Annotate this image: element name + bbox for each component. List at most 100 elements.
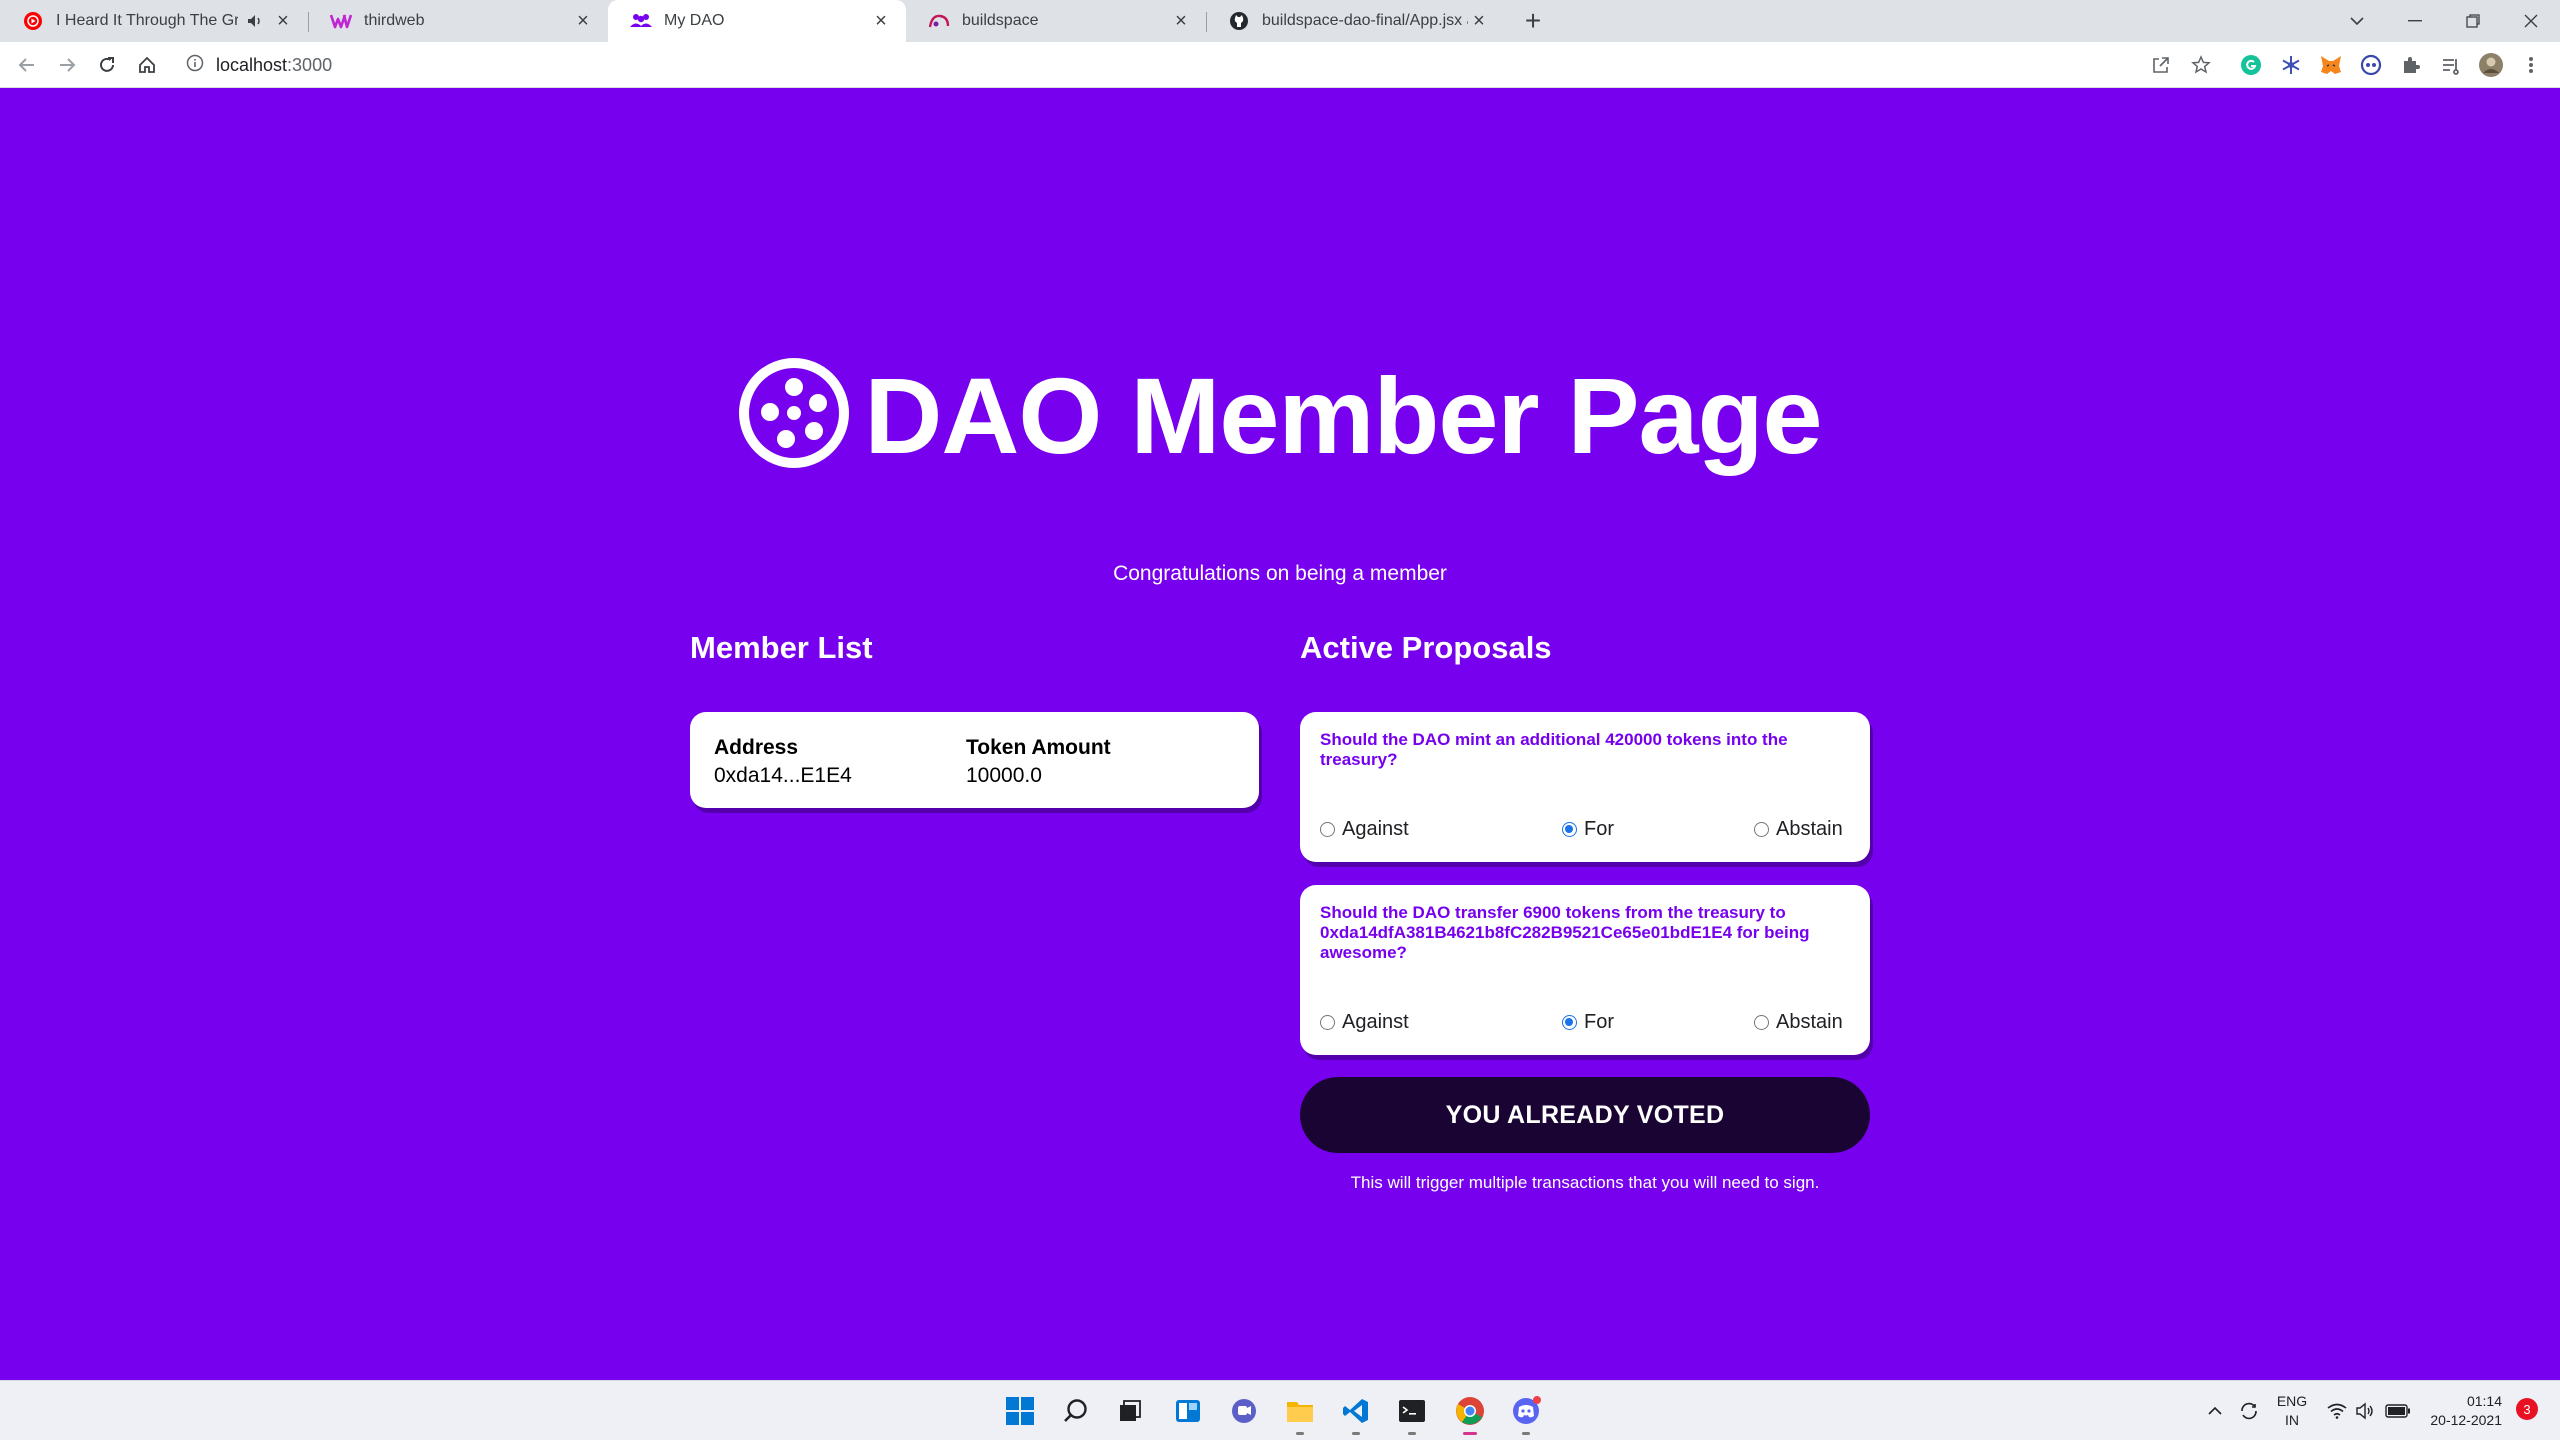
vscode-icon[interactable] xyxy=(1336,1391,1376,1435)
vote-option-abstain[interactable]: Abstain xyxy=(1754,818,1843,841)
option-label: Against xyxy=(1342,1011,1409,1033)
url-port: :3000 xyxy=(287,54,333,75)
radio-for-selected[interactable] xyxy=(1562,1015,1577,1030)
browser-toolbar: localhost:3000 xyxy=(0,42,2560,88)
radio-abstain[interactable] xyxy=(1754,1015,1769,1030)
option-label: Abstain xyxy=(1776,818,1843,840)
minimize-button[interactable] xyxy=(2386,0,2444,42)
task-view-icon[interactable] xyxy=(1110,1391,1150,1431)
radio-abstain[interactable] xyxy=(1754,822,1769,837)
volume-icon[interactable] xyxy=(2350,1381,2380,1440)
tab-my-dao[interactable]: My DAO × xyxy=(608,0,906,42)
show-hidden-icons-chevron-icon[interactable] xyxy=(2200,1381,2230,1440)
tab-label: I Heard It Through The Grape xyxy=(56,12,238,29)
radio-against[interactable] xyxy=(1320,822,1335,837)
speaker-icon[interactable] xyxy=(244,10,266,32)
close-tab-icon[interactable]: × xyxy=(870,10,892,32)
tab-github[interactable]: buildspace-dao-final/App.jsx at d × xyxy=(1206,0,1504,42)
back-arrow-icon[interactable] xyxy=(10,48,44,82)
reload-icon[interactable] xyxy=(90,48,124,82)
forward-arrow-icon[interactable] xyxy=(50,48,84,82)
member-table-card: Address Token Amount 0xda14...E1E4 10000… xyxy=(690,712,1259,808)
chrome-icon[interactable] xyxy=(1450,1391,1490,1435)
member-congrats-text: Congratulations on being a member xyxy=(1113,562,1447,585)
dao-logo-icon xyxy=(738,357,850,474)
vote-option-against[interactable]: Against xyxy=(1320,1011,1409,1034)
people-icon xyxy=(630,10,652,32)
buildspace-icon xyxy=(928,10,950,32)
proposal-question: Should the DAO transfer 6900 tokens from… xyxy=(1320,903,1810,962)
thirdweb-icon xyxy=(330,10,352,32)
tab-search-icon[interactable] xyxy=(2328,0,2386,42)
running-indicator xyxy=(1296,1432,1304,1435)
active-indicator xyxy=(1463,1432,1477,1435)
battery-icon[interactable] xyxy=(2380,1381,2416,1440)
url-text: localhost:3000 xyxy=(216,55,332,76)
running-indicator xyxy=(1522,1432,1530,1435)
tab-youtube-music[interactable]: I Heard It Through The Grape × xyxy=(0,0,308,42)
site-info-icon[interactable] xyxy=(186,54,204,77)
tab-thirdweb[interactable]: thirdweb × xyxy=(308,0,608,42)
language-indicator[interactable]: ENG IN xyxy=(2272,1381,2312,1440)
language-code: ENG xyxy=(2276,1393,2308,1409)
browser-tab-strip: I Heard It Through The Grape × thirdweb … xyxy=(0,0,2560,42)
close-tab-icon[interactable]: × xyxy=(1170,10,1192,32)
profile-avatar-icon[interactable] xyxy=(2476,50,2506,80)
proposal-question: Should the DAO mint an additional 420000… xyxy=(1320,730,1788,769)
radio-for-selected[interactable] xyxy=(1562,822,1577,837)
vote-option-abstain[interactable]: Abstain xyxy=(1754,1011,1843,1034)
youtube-music-icon xyxy=(22,10,44,32)
running-indicator xyxy=(1408,1432,1416,1435)
clock[interactable]: 01:14 20-12-2021 xyxy=(2420,1381,2502,1440)
start-windows-icon[interactable] xyxy=(1000,1391,1040,1431)
grammarly-icon[interactable] xyxy=(2236,50,2266,80)
extensions-puzzle-icon[interactable] xyxy=(2396,50,2426,80)
tab-label: My DAO xyxy=(664,12,725,29)
sync-icon[interactable] xyxy=(2234,1381,2264,1440)
vote-option-against[interactable]: Against xyxy=(1320,818,1409,841)
notification-count-badge[interactable]: 3 xyxy=(2516,1398,2538,1420)
close-tab-icon[interactable]: × xyxy=(272,10,294,32)
terminal-icon[interactable] xyxy=(1392,1391,1432,1435)
teams-chat-icon[interactable] xyxy=(1224,1391,1264,1431)
tab-buildspace[interactable]: buildspace × xyxy=(906,0,1206,42)
wifi-icon[interactable] xyxy=(2322,1381,2352,1440)
proposal-card: Should the DAO mint an additional 420000… xyxy=(1300,712,1870,862)
transaction-note: This will trigger multiple transactions … xyxy=(1350,1173,1820,1192)
vote-option-for[interactable]: For xyxy=(1562,1011,1614,1034)
tab-label: thirdweb xyxy=(364,12,425,29)
clock-time: 01:14 xyxy=(2466,1393,2502,1409)
widgets-icon[interactable] xyxy=(1168,1391,1208,1431)
already-voted-button[interactable]: YOU ALREADY VOTED xyxy=(1300,1077,1870,1153)
option-label: Against xyxy=(1342,818,1409,840)
discord-icon[interactable] xyxy=(1506,1391,1546,1435)
active-proposals-heading: Active Proposals xyxy=(1300,630,1552,665)
radio-against[interactable] xyxy=(1320,1015,1335,1030)
address-bar[interactable]: localhost:3000 xyxy=(170,47,2160,83)
option-label: For xyxy=(1584,818,1614,840)
close-window-button[interactable] xyxy=(2502,0,2560,42)
url-host: localhost xyxy=(216,54,288,75)
windows-taskbar: ENG IN 01:14 20-12-2021 xyxy=(0,1380,2560,1440)
tab-label: buildspace-dao-final/App.jsx at d xyxy=(1262,12,1468,29)
new-tab-button[interactable]: + xyxy=(1518,5,1548,36)
close-tab-icon[interactable]: × xyxy=(572,10,594,32)
snowflake-extension-icon[interactable] xyxy=(2276,50,2306,80)
restore-button[interactable] xyxy=(2444,0,2502,42)
browser-menu-icon[interactable] xyxy=(2516,50,2546,80)
option-label: Abstain xyxy=(1776,1011,1843,1033)
page-header: DAO Member Page xyxy=(0,355,2560,476)
tab-label: buildspace xyxy=(962,12,1039,29)
member-amount-cell: 10000.0 xyxy=(966,764,1042,787)
table-header-token-amount: Token Amount xyxy=(966,736,1111,759)
bookmark-star-icon[interactable] xyxy=(2186,50,2216,80)
home-icon[interactable] xyxy=(130,48,164,82)
reading-list-icon[interactable] xyxy=(2436,50,2466,80)
file-explorer-icon[interactable] xyxy=(1280,1391,1320,1435)
extension-circle-icon[interactable] xyxy=(2356,50,2386,80)
metamask-fox-icon[interactable] xyxy=(2316,50,2346,80)
vote-option-for[interactable]: For xyxy=(1562,818,1614,841)
close-tab-icon[interactable]: × xyxy=(1468,10,1490,32)
search-icon[interactable] xyxy=(1056,1391,1096,1431)
share-icon[interactable] xyxy=(2146,50,2176,80)
